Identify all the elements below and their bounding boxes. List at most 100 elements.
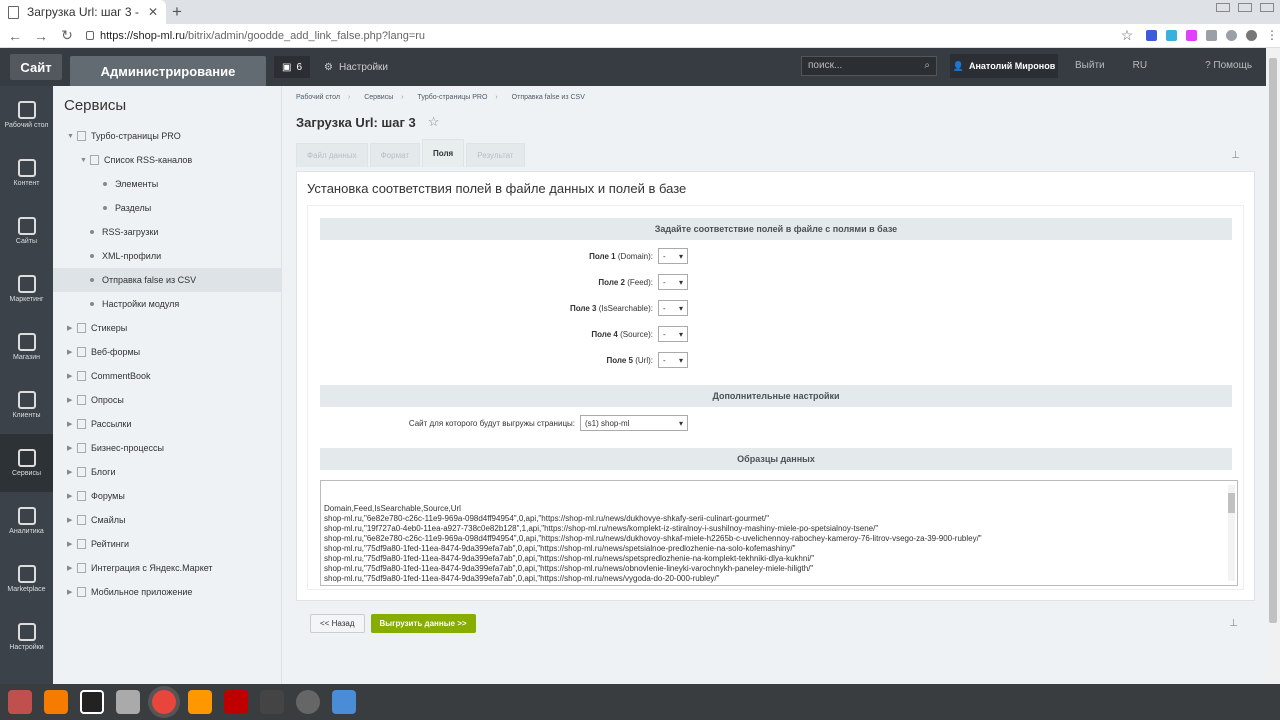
sidebar-item[interactable]: ▶ Опросы (53, 388, 281, 412)
chevron-icon[interactable]: ▶ (67, 516, 77, 524)
close-tab-icon[interactable]: ✕ (148, 5, 158, 19)
logout-link[interactable]: Выйти (1075, 60, 1105, 71)
user-button[interactable]: 👤 Анатолий Миронов (950, 54, 1058, 78)
sidebar-item[interactable]: ▶ Стикеры (53, 316, 281, 340)
left-nav-item[interactable]: Рабочий стол (0, 86, 53, 144)
sidebar-item[interactable]: ▶ Веб-формы (53, 340, 281, 364)
sublime-icon[interactable] (188, 690, 212, 714)
page-scrollbar-thumb[interactable] (1269, 58, 1277, 623)
chevron-icon[interactable]: ▶ (67, 468, 77, 476)
sidebar-item[interactable]: Элементы (53, 172, 281, 196)
left-nav-item[interactable]: Сайты (0, 202, 53, 260)
sidebar-item[interactable]: XML-профили (53, 244, 281, 268)
chevron-icon[interactable]: ▶ (67, 588, 77, 596)
sidebar-item[interactable]: ▶ Форумы (53, 484, 281, 508)
left-nav-item[interactable]: Настройки (0, 608, 53, 666)
sidebar-item[interactable]: ▶ Мобильное приложение (53, 580, 281, 604)
chevron-icon[interactable]: ▶ (67, 540, 77, 548)
video-editor-icon[interactable] (260, 690, 284, 714)
search-icon[interactable]: ⌕ (924, 60, 930, 72)
page-scrollbar[interactable] (1266, 48, 1280, 684)
image-viewer-icon[interactable] (332, 690, 356, 714)
chevron-icon[interactable]: ▶ (67, 348, 77, 356)
tab-item[interactable]: Формат (369, 143, 421, 167)
sidebar-item[interactable]: ▶ Бизнес-процессы (53, 436, 281, 460)
filezilla-icon[interactable] (224, 690, 248, 714)
breadcrumb-item[interactable]: Отправка false из CSV (512, 94, 591, 101)
sidebar-item[interactable]: ▼ Турбо-страницы PRO (53, 124, 281, 148)
pin-icon[interactable]: ⊥ (1231, 150, 1240, 161)
back-arrow-icon[interactable]: ← (8, 28, 22, 44)
chrome-icon[interactable] (152, 690, 176, 714)
extension-icon[interactable] (1206, 30, 1217, 41)
breadcrumb-item[interactable]: Рабочий стол (296, 94, 350, 101)
help-link[interactable]: ? Помощь (1205, 60, 1252, 71)
scrollbar-thumb[interactable] (1228, 493, 1235, 513)
forward-arrow-icon[interactable]: → (34, 28, 48, 44)
admin-button[interactable]: Администрирование (70, 56, 266, 86)
file-manager-icon[interactable] (116, 690, 140, 714)
chevron-icon[interactable]: ▶ (67, 564, 77, 572)
site-button[interactable]: Сайт (10, 54, 62, 80)
left-nav-item[interactable]: Клиенты (0, 376, 53, 434)
chevron-icon[interactable]: ▶ (67, 324, 77, 332)
sidebar-item[interactable]: ▶ Рассылки (53, 412, 281, 436)
sidebar-item[interactable]: ▶ Блоги (53, 460, 281, 484)
chevron-icon[interactable]: ▶ (67, 372, 77, 380)
settings-link[interactable]: ⚙ Настройки (324, 62, 388, 73)
chevron-icon[interactable]: ▼ (80, 157, 90, 164)
left-nav-item[interactable]: Сервисы (0, 434, 53, 492)
left-nav-item[interactable]: Marketplace (0, 550, 53, 608)
sidebar-item[interactable]: ▶ CommentBook (53, 364, 281, 388)
extension-icon[interactable] (1226, 30, 1237, 41)
extension-icon[interactable] (1166, 30, 1177, 41)
chevron-icon[interactable]: ▶ (67, 492, 77, 500)
tab-item[interactable]: Файл данных (296, 143, 368, 167)
minimize-icon[interactable] (1216, 3, 1230, 12)
browser-tab[interactable]: Загрузка Url: шаг 3 - ✕ (0, 0, 166, 24)
sidebar-item[interactable]: ▶ Интеграция с Яндекс.Маркет (53, 556, 281, 580)
breadcrumb-item[interactable]: Турбо-страницы PRO (418, 94, 498, 101)
left-nav-item[interactable]: Аналитика (0, 492, 53, 550)
field-select[interactable]: - ▾ (658, 300, 688, 316)
left-nav-item[interactable]: Контент (0, 144, 53, 202)
field-select[interactable]: - ▾ (658, 352, 688, 368)
extension-icon[interactable] (1146, 30, 1157, 41)
sidebar-item[interactable]: Отправка false из CSV (53, 268, 281, 292)
search-input[interactable]: поиск... ⌕ (801, 56, 937, 76)
bookmark-star-icon[interactable]: ☆ (1120, 27, 1134, 44)
profile-icon[interactable] (1246, 30, 1257, 41)
samples-textarea[interactable]: Domain,Feed,IsSearchable,Source,Url shop-… (320, 480, 1238, 586)
sidebar-item[interactable]: ▼ Список RSS-каналов (53, 148, 281, 172)
reload-icon[interactable]: ↻ (60, 27, 74, 44)
notifications-button[interactable]: ▣ 6 (274, 56, 310, 78)
settings-app-icon[interactable] (8, 690, 32, 714)
favorite-star-icon[interactable]: ☆ (428, 114, 440, 130)
menu-dots-icon[interactable]: ⋮ (1266, 29, 1278, 41)
language-select[interactable]: RU (1133, 60, 1147, 71)
chevron-icon[interactable]: ▼ (67, 133, 77, 140)
new-tab-icon[interactable]: + (172, 2, 182, 22)
sidebar-item[interactable]: Настройки модуля (53, 292, 281, 316)
sidebar-item[interactable]: RSS-загрузки (53, 220, 281, 244)
maximize-icon[interactable] (1238, 3, 1252, 12)
extension-icon[interactable] (1186, 30, 1197, 41)
field-select[interactable]: - ▾ (658, 248, 688, 264)
left-nav-item[interactable]: Магазин (0, 318, 53, 376)
tab-item[interactable]: Поля (422, 139, 465, 167)
tab-item[interactable]: Результат (466, 143, 525, 167)
breadcrumb-item[interactable]: Сервисы (364, 94, 403, 101)
sidebar-item[interactable]: ▶ Смайлы (53, 508, 281, 532)
app-store-icon[interactable] (44, 690, 68, 714)
textarea-scrollbar[interactable] (1228, 485, 1235, 581)
chevron-icon[interactable]: ▶ (67, 420, 77, 428)
field-select[interactable]: - ▾ (658, 326, 688, 342)
left-nav-item[interactable]: Маркетинг (0, 260, 53, 318)
inkscape-icon[interactable] (296, 690, 320, 714)
phpstorm-icon[interactable] (80, 690, 104, 714)
site-select[interactable]: (s1) shop-ml ▾ (580, 415, 688, 431)
chevron-icon[interactable]: ▶ (67, 396, 77, 404)
url-field[interactable]: https://shop-ml.ru/bitrix/admin/goodde_a… (86, 30, 1108, 42)
pin-icon[interactable]: ⊥ (1229, 618, 1238, 629)
back-button[interactable]: << Назад (310, 614, 365, 633)
